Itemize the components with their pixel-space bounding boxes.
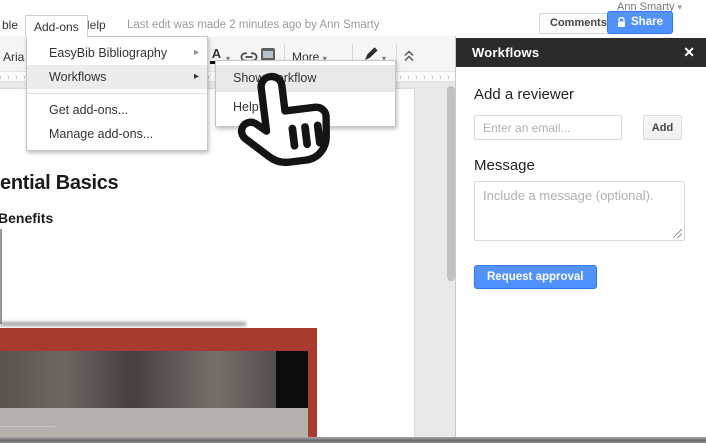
menu-item-workflows-help[interactable]: Help bbox=[216, 92, 395, 122]
menu-item-easybib[interactable]: EasyBib Bibliography Creator▸ bbox=[27, 41, 207, 65]
document-subheading: Benefits bbox=[0, 210, 53, 226]
menu-item-workflows[interactable]: Workflows▸ bbox=[27, 65, 207, 89]
last-edit-status: Last edit was made 2 minutes ago by Ann … bbox=[127, 19, 380, 31]
menu-item-show-workflow[interactable]: Show workflow bbox=[216, 65, 395, 92]
addons-dropdown-menu: EasyBib Bibliography Creator▸ Workflows▸… bbox=[26, 36, 208, 151]
menu-item-get-addons[interactable]: Get add-ons... bbox=[27, 98, 207, 122]
panel-header: Workflows ✕ bbox=[456, 38, 706, 67]
request-approval-button[interactable]: Request approval bbox=[474, 265, 597, 289]
lock-icon bbox=[617, 17, 626, 28]
menu-item-manage-addons[interactable]: Manage add-ons... bbox=[27, 122, 207, 146]
screenshot-header-blur bbox=[0, 351, 308, 408]
collapse-toolbar-icon[interactable] bbox=[403, 49, 415, 67]
share-button[interactable]: Share bbox=[607, 11, 673, 34]
workflows-sidebar-panel: Workflows ✕ Add a reviewer Add Message R… bbox=[455, 36, 706, 437]
font-family-selector-fragment[interactable]: Aria bbox=[3, 50, 24, 64]
message-textarea[interactable] bbox=[474, 181, 685, 241]
menu-item-table-fragment[interactable]: ble bbox=[2, 18, 18, 32]
window-bottom-edge bbox=[0, 437, 706, 443]
add-reviewer-heading: Add a reviewer bbox=[474, 86, 574, 103]
message-textarea-wrap bbox=[474, 181, 685, 241]
reviewer-email-input[interactable] bbox=[474, 115, 622, 140]
add-reviewer-button[interactable]: Add bbox=[643, 115, 682, 140]
resize-handle-icon[interactable] bbox=[673, 229, 682, 238]
vertical-scrollbar-thumb[interactable] bbox=[447, 86, 455, 281]
menu-divider bbox=[27, 93, 207, 94]
submenu-arrow-icon: ▸ bbox=[194, 41, 199, 65]
screenshot-divider bbox=[0, 426, 55, 427]
image-top-shadow bbox=[0, 322, 246, 326]
menu-item-addons[interactable]: Add-ons bbox=[25, 15, 88, 37]
submenu-arrow-icon: ▸ bbox=[194, 65, 199, 89]
panel-title: Workflows bbox=[472, 45, 539, 60]
message-heading: Message bbox=[474, 157, 535, 174]
page-edge-line bbox=[0, 229, 2, 324]
google-docs-window: ble Add-ons Help Last edit was made 2 mi… bbox=[0, 0, 706, 443]
close-icon[interactable]: ✕ bbox=[683, 44, 695, 60]
embedded-screenshot-image[interactable]: #Forums this bbox=[0, 328, 317, 443]
screenshot-black-block bbox=[276, 351, 308, 408]
chevron-down-icon: ▾ bbox=[677, 2, 682, 12]
menu-bar: ble Add-ons Help Last edit was made 2 mi… bbox=[0, 0, 706, 36]
document-heading: ential Basics bbox=[0, 172, 118, 195]
toolbar-divider bbox=[396, 44, 397, 64]
workflows-submenu: Show workflow Help bbox=[215, 60, 396, 127]
